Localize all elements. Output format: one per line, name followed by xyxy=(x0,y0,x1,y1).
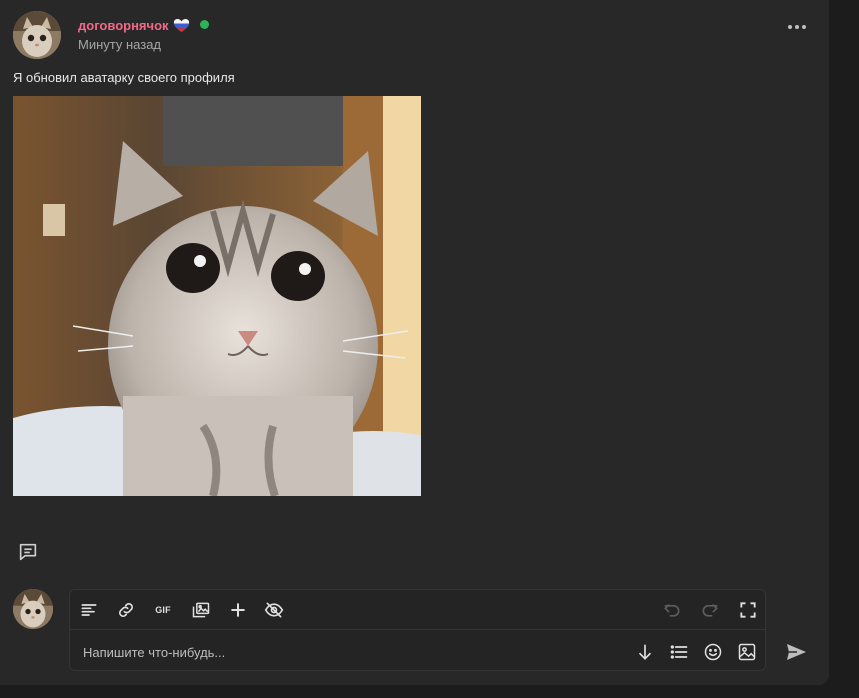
comments-icon[interactable] xyxy=(17,541,39,563)
editor-toolbar: GIF xyxy=(70,590,765,630)
author-avatar[interactable] xyxy=(13,11,61,59)
align-left-icon[interactable] xyxy=(78,599,100,621)
image-upload-icon[interactable] xyxy=(736,641,758,663)
fullscreen-icon[interactable] xyxy=(737,599,759,621)
gallery-icon[interactable] xyxy=(190,599,212,621)
comment-input[interactable] xyxy=(81,641,615,663)
comment-editor: GIF xyxy=(69,589,766,671)
online-status-dot xyxy=(200,20,209,29)
emoji-icon[interactable] xyxy=(702,641,724,663)
gif-button[interactable]: GIF xyxy=(152,599,174,621)
more-options-icon[interactable] xyxy=(788,22,810,32)
post-text: Я обновил аватарку своего профиля xyxy=(13,70,235,85)
list-icon[interactable] xyxy=(668,641,690,663)
editor-input-row xyxy=(70,631,765,671)
undo-icon[interactable] xyxy=(661,599,683,621)
username-text: договорнячок xyxy=(78,18,169,33)
plus-icon[interactable] xyxy=(227,599,249,621)
heart-flag-icon xyxy=(173,18,190,33)
eye-off-icon[interactable] xyxy=(263,599,285,621)
author-username[interactable]: договорнячок xyxy=(78,18,190,33)
link-icon[interactable] xyxy=(115,599,137,621)
post-card: договорнячок Минуту назад Я обновил ават… xyxy=(0,0,829,685)
redo-icon[interactable] xyxy=(699,599,721,621)
post-image[interactable] xyxy=(13,96,421,496)
gif-label: GIF xyxy=(155,605,171,615)
post-timestamp: Минуту назад xyxy=(78,37,162,52)
send-icon[interactable] xyxy=(784,640,808,664)
current-user-avatar xyxy=(13,589,53,629)
arrow-down-icon[interactable] xyxy=(634,641,656,663)
